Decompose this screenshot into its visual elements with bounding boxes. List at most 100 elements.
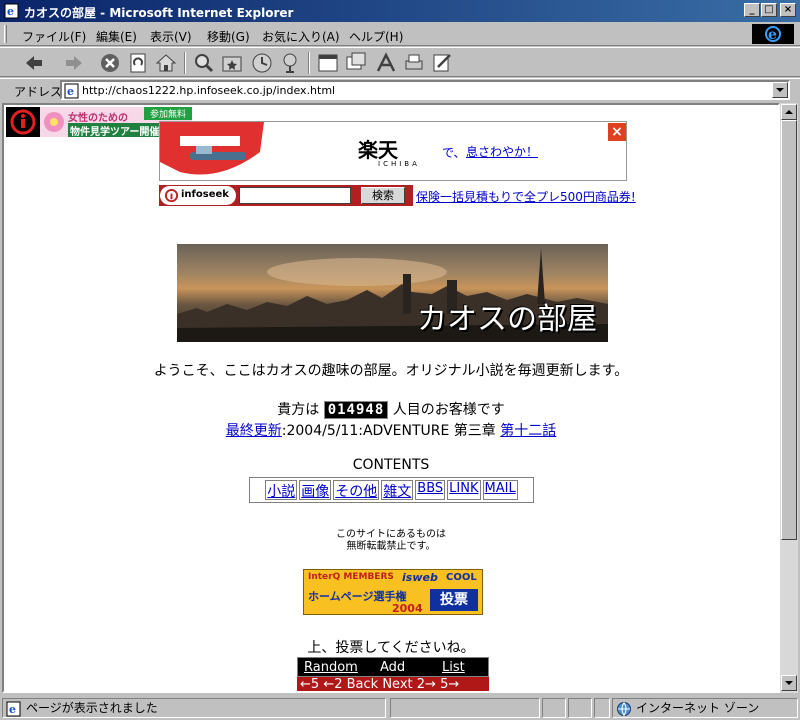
search-button[interactable]: 検索 bbox=[361, 187, 405, 204]
close-button[interactable]: × bbox=[780, 3, 796, 17]
contents-other[interactable]: その他 bbox=[333, 480, 380, 500]
insurance-ad-link[interactable]: 保険一括見積もりで全プレ500円商品券! bbox=[416, 188, 636, 205]
contents-images[interactable]: 画像 bbox=[299, 480, 332, 500]
vote-banner[interactable]: InterQ MEMBERS isweb COOL ホームページ選手権 2004… bbox=[303, 569, 483, 615]
back-icon[interactable] bbox=[22, 51, 46, 75]
svg-text:e: e bbox=[9, 703, 16, 716]
title-bar: e カオスの部屋 - Microsoft Internet Explorer _… bbox=[0, 0, 800, 22]
counter-value: 014948 bbox=[323, 401, 389, 419]
ie-page-icon: e bbox=[64, 83, 79, 99]
search-icon[interactable] bbox=[192, 51, 216, 75]
svg-text:e: e bbox=[768, 27, 777, 43]
forward-icon[interactable] bbox=[62, 51, 86, 75]
infoseek-logo-text: infoseek bbox=[181, 189, 229, 200]
scroll-down-button[interactable] bbox=[781, 675, 797, 691]
svg-text:e: e bbox=[7, 5, 14, 18]
window-title: カオスの部屋 - Microsoft Internet Explorer bbox=[24, 6, 294, 20]
counter-prefix: 貴方は bbox=[277, 402, 320, 418]
ring-next2[interactable]: 2→ bbox=[417, 677, 436, 691]
refresh-icon[interactable] bbox=[126, 51, 150, 75]
webring-nav: ←5 ←2 Back Next 2→ 5→ bbox=[297, 677, 489, 691]
counter-suffix: 人目のお客様です bbox=[392, 402, 505, 418]
history-icon[interactable] bbox=[250, 51, 274, 75]
ring-next[interactable]: Next bbox=[382, 677, 412, 691]
ring-prev5[interactable]: ←5 bbox=[300, 677, 319, 691]
hero-cityscape-image: カオスの部屋 bbox=[177, 244, 608, 342]
info-icon bbox=[10, 109, 36, 135]
edit-icon[interactable] bbox=[430, 51, 454, 75]
status-zone: インターネット ゾーン bbox=[636, 701, 760, 715]
menu-file[interactable]: ファイル(F) bbox=[22, 28, 86, 45]
menu-favorites[interactable]: お気に入り(A) bbox=[262, 28, 340, 45]
vote-button[interactable]: 投票 bbox=[430, 589, 478, 611]
ring-add[interactable]: Add bbox=[380, 660, 405, 675]
infoseek-searchbar: infoseek 検索 bbox=[159, 185, 413, 206]
webring-top: Random Add List bbox=[297, 657, 489, 677]
minimize-button[interactable]: _ bbox=[744, 3, 760, 17]
menu-bar: ファイル(F) 編集(E) 表示(V) 移動(G) お気に入り(A) ヘルプ(H… bbox=[0, 22, 800, 46]
vote-brand3: COOL bbox=[446, 572, 477, 583]
menu-go[interactable]: 移動(G) bbox=[207, 28, 250, 45]
vote-brand2: isweb bbox=[402, 571, 438, 584]
status-cell-blank bbox=[568, 698, 592, 718]
address-input[interactable]: e http://chaos1222.hp.infoseek.co.jp/ind… bbox=[60, 80, 790, 100]
status-message: ページが表示されました bbox=[26, 701, 158, 715]
svg-text:e: e bbox=[67, 85, 74, 98]
contents-novel[interactable]: 小説 bbox=[265, 480, 298, 500]
contents-link[interactable]: LINK bbox=[447, 480, 481, 500]
ring-next5[interactable]: 5→ bbox=[440, 677, 459, 691]
status-cell-blank bbox=[390, 698, 540, 718]
rakuten-logo: 楽天 bbox=[358, 138, 398, 162]
font-size-icon[interactable] bbox=[374, 51, 398, 75]
address-label: アドレス bbox=[14, 85, 63, 99]
visitor-counter: 貴方は 014948 人目のお客様です bbox=[4, 399, 778, 419]
contents-essays[interactable]: 雑文 bbox=[381, 480, 414, 500]
ring-back[interactable]: Back bbox=[347, 677, 379, 691]
fullscreen-icon[interactable] bbox=[316, 51, 340, 75]
ring-list[interactable]: List bbox=[442, 660, 465, 675]
toolbar bbox=[0, 47, 800, 111]
favorites-icon[interactable] bbox=[220, 51, 244, 75]
vertical-scrollbar[interactable] bbox=[780, 103, 798, 693]
scroll-up-button[interactable] bbox=[781, 104, 797, 120]
menu-edit[interactable]: 編集(E) bbox=[96, 28, 137, 45]
menu-grip bbox=[4, 25, 7, 43]
infoseek-corner-logo[interactable] bbox=[6, 107, 40, 137]
hero-title: カオスの部屋 bbox=[417, 302, 597, 337]
print-icon[interactable] bbox=[402, 51, 426, 75]
flower-icon bbox=[44, 112, 64, 132]
address-url: http://chaos1222.hp.infoseek.co.jp/index… bbox=[82, 84, 336, 97]
address-bar: アドレス e http://chaos1222.hp.infoseek.co.j… bbox=[0, 78, 800, 101]
home-icon[interactable] bbox=[154, 51, 178, 75]
toolbar-separator bbox=[308, 52, 310, 74]
menu-help[interactable]: ヘルプ(H) bbox=[349, 28, 403, 45]
vote-request: 上、投票してくださいね。 bbox=[307, 640, 475, 656]
maximize-button[interactable]: □ bbox=[761, 3, 777, 17]
chevron-down-icon bbox=[785, 681, 793, 685]
globe-icon bbox=[617, 702, 631, 717]
rakuten-link[interactable]: 息さわやか！ bbox=[466, 143, 538, 160]
ring-random[interactable]: Random bbox=[304, 660, 358, 675]
rakuten-ad[interactable]: 楽天 ICHIBA で、 息さわやか！ × bbox=[159, 121, 627, 181]
mail-icon[interactable] bbox=[344, 51, 368, 75]
stop-icon[interactable] bbox=[98, 51, 122, 75]
contents-bbs[interactable]: BBS bbox=[415, 480, 446, 500]
status-cell-blank bbox=[542, 698, 566, 718]
channels-icon[interactable] bbox=[278, 51, 302, 75]
infoseek-logo: infoseek bbox=[160, 186, 236, 205]
scroll-thumb[interactable] bbox=[781, 120, 797, 540]
last-update-link[interactable]: 最終更新 bbox=[226, 423, 282, 439]
contents-mail[interactable]: MAIL bbox=[482, 480, 518, 500]
episode-link[interactable]: 第十二話 bbox=[500, 423, 556, 439]
toolbar-separator bbox=[184, 52, 186, 74]
rakuten-de: で、 bbox=[442, 146, 466, 160]
close-icon[interactable]: × bbox=[608, 123, 626, 141]
chevron-up-icon bbox=[785, 110, 793, 114]
toothbrush-mouth-icon bbox=[160, 122, 264, 175]
infoseek-search-input[interactable] bbox=[239, 187, 351, 204]
ring-prev2[interactable]: ←2 bbox=[323, 677, 342, 691]
page-viewport: 女性のための 参加無料 物件見学ツアー開催中 楽天 ICHIBA で、 息さわや… bbox=[2, 103, 780, 693]
ie-page-icon: e bbox=[4, 3, 19, 19]
address-dropdown-button[interactable] bbox=[772, 82, 788, 98]
menu-view[interactable]: 表示(V) bbox=[150, 28, 192, 45]
